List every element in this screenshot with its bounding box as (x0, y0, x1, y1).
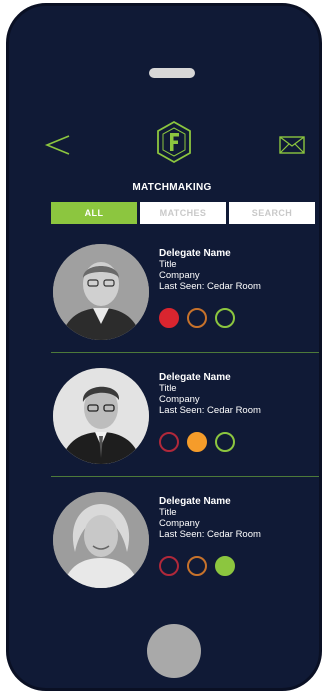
status-dot-red[interactable] (159, 308, 179, 328)
status-dot-green[interactable] (215, 432, 235, 452)
delegate-card[interactable]: Delegate Name Title Company Last Seen: C… (29, 234, 315, 352)
phone-frame: MATCHMAKING ALL MATCHES SEARCH Delegate … (6, 3, 322, 691)
tab-bar: ALL MATCHES SEARCH (51, 202, 315, 224)
delegate-card[interactable]: Delegate Name Title Company Last Seen: C… (29, 358, 315, 476)
status-dot-green[interactable] (215, 556, 235, 576)
status-dots (159, 308, 235, 328)
page-title: MATCHMAKING (132, 182, 212, 193)
tab-all[interactable]: ALL (51, 202, 137, 224)
home-button[interactable] (147, 624, 201, 678)
delegate-info: Delegate Name Title Company Last Seen: C… (159, 372, 261, 416)
avatar (53, 244, 149, 340)
mail-icon[interactable] (279, 136, 305, 154)
status-dot-orange[interactable] (187, 556, 207, 576)
phone-speaker (149, 68, 195, 78)
divider (51, 476, 319, 477)
top-nav (29, 104, 315, 184)
back-chevron-icon[interactable] (43, 134, 73, 156)
status-dot-orange[interactable] (187, 432, 207, 452)
status-dot-green[interactable] (215, 308, 235, 328)
tab-search[interactable]: SEARCH (229, 202, 315, 224)
delegate-name: Delegate Name (159, 372, 231, 383)
delegate-company: Company (159, 394, 200, 405)
delegate-title: Title (159, 259, 177, 270)
tab-matches[interactable]: MATCHES (140, 202, 226, 224)
status-dot-red[interactable] (159, 556, 179, 576)
delegate-info: Delegate Name Title Company Last Seen: C… (159, 496, 261, 540)
status-dots (159, 432, 235, 452)
delegate-card[interactable]: Delegate Name Title Company Last Seen: C… (29, 482, 315, 600)
delegate-name: Delegate Name (159, 248, 231, 259)
app-screen: MATCHMAKING ALL MATCHES SEARCH Delegate … (29, 104, 319, 614)
avatar (53, 368, 149, 464)
delegate-last-seen: Last Seen: Cedar Room (159, 405, 261, 416)
f-hexagon-logo-icon (155, 120, 193, 164)
delegate-last-seen: Last Seen: Cedar Room (159, 281, 261, 292)
delegate-last-seen: Last Seen: Cedar Room (159, 529, 261, 540)
status-dot-orange[interactable] (187, 308, 207, 328)
delegate-title: Title (159, 383, 177, 394)
delegate-name: Delegate Name (159, 496, 231, 507)
divider (51, 352, 319, 353)
delegate-info: Delegate Name Title Company Last Seen: C… (159, 248, 261, 292)
status-dots (159, 556, 235, 576)
delegate-title: Title (159, 507, 177, 518)
delegate-company: Company (159, 518, 200, 529)
delegate-list: Delegate Name Title Company Last Seen: C… (29, 234, 319, 588)
avatar (53, 492, 149, 588)
status-dot-red[interactable] (159, 432, 179, 452)
delegate-company: Company (159, 270, 200, 281)
